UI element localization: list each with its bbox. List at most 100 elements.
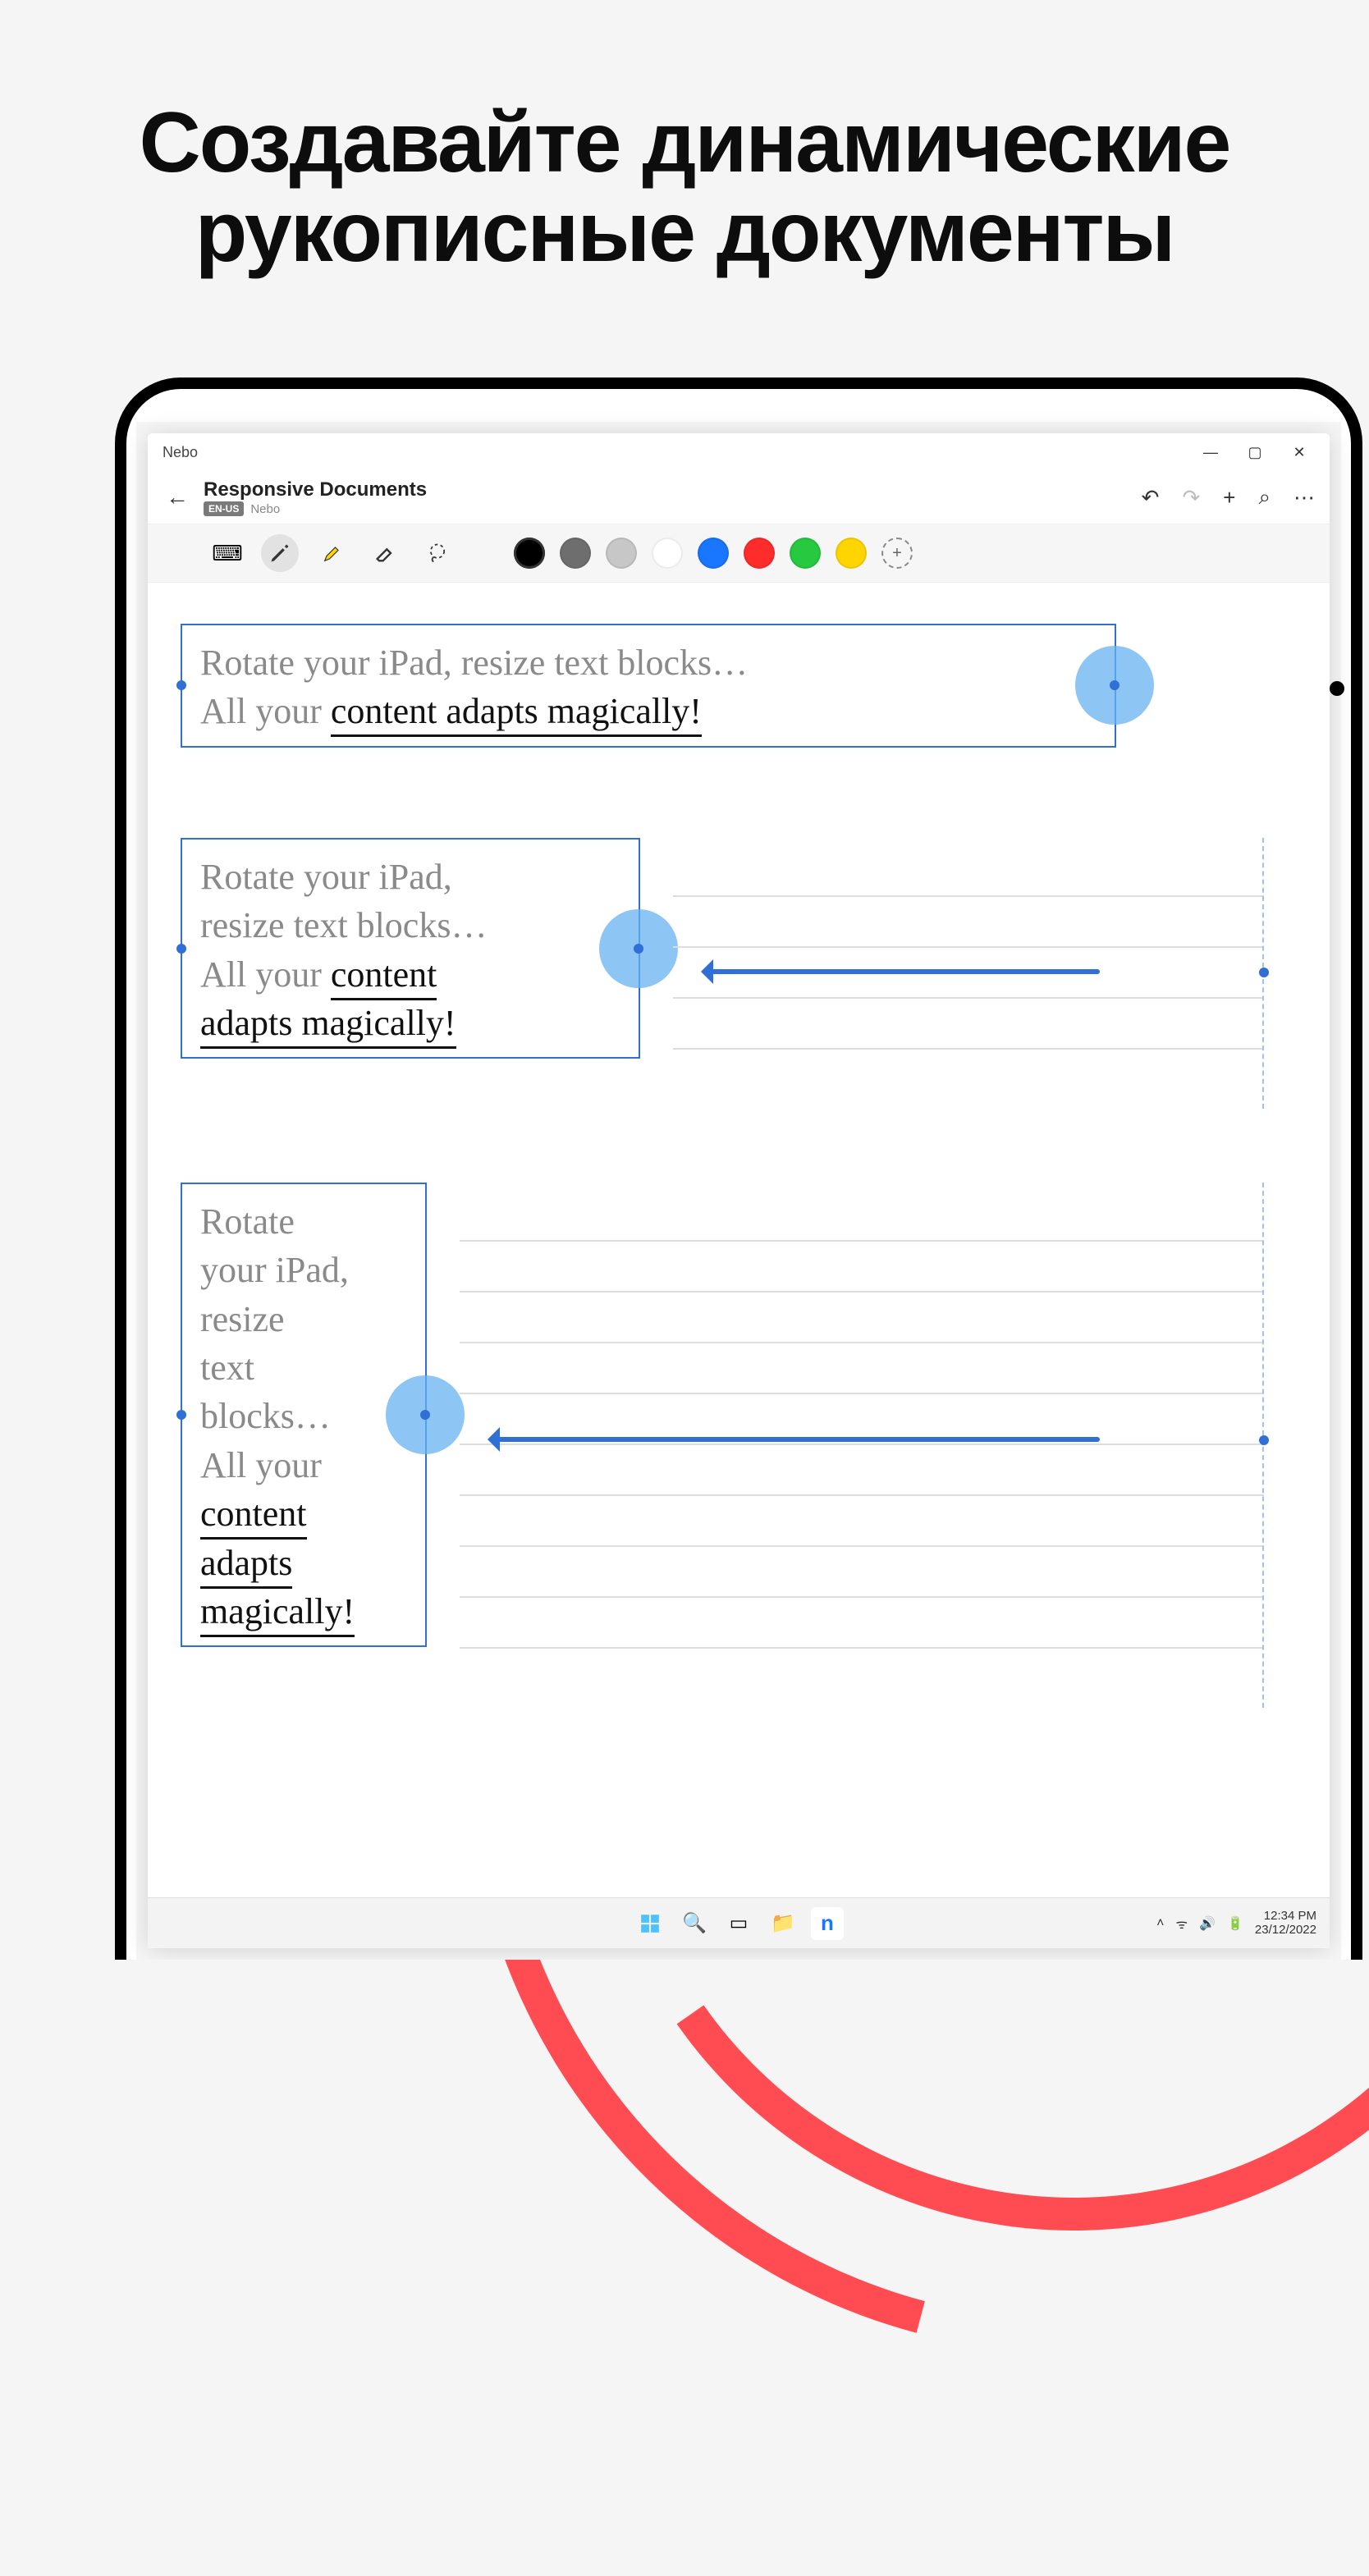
tablet-frame: Nebo — ▢ ✕ ← Responsive Documents EN-US … xyxy=(115,377,1362,1960)
app-window: Nebo — ▢ ✕ ← Responsive Documents EN-US … xyxy=(148,433,1330,1948)
handwritten-line: resize xyxy=(200,1295,407,1343)
text-underlined: content xyxy=(200,1494,307,1540)
text-underlined: content xyxy=(331,954,437,1000)
volume-icon[interactable]: 🔊 xyxy=(1199,1915,1216,1932)
handwritten-line: magically! xyxy=(200,1587,407,1636)
marketing-headline: Создавайте динамические рукописные докум… xyxy=(69,98,1300,277)
document-title: Responsive Documents xyxy=(204,478,427,501)
handwritten-line: Rotate xyxy=(200,1197,407,1246)
battery-icon[interactable]: 🔋 xyxy=(1227,1915,1243,1932)
redo-button[interactable]: ↷ xyxy=(1182,485,1200,510)
color-red[interactable] xyxy=(744,538,775,569)
taskbar-time: 12:34 PM xyxy=(1255,1910,1316,1924)
color-lightgrey[interactable] xyxy=(606,538,637,569)
taskbar-right: ˄ ᯤ 🔊 🔋 12:34 PM 23/12/2022 xyxy=(1156,1910,1316,1937)
start-button[interactable] xyxy=(634,1907,666,1940)
pen-tool[interactable] xyxy=(261,534,299,572)
wifi-icon[interactable]: ᯤ xyxy=(1175,1915,1188,1933)
color-yellow[interactable] xyxy=(836,538,867,569)
handwritten-line: your iPad, xyxy=(200,1246,407,1294)
taskbar-date: 23/12/2022 xyxy=(1255,1924,1316,1938)
file-explorer[interactable]: 📁 xyxy=(767,1907,799,1940)
row-2: Rotate your iPad, resize text blocks… Al… xyxy=(181,838,1297,1109)
highlighter-icon xyxy=(321,542,344,565)
color-blue[interactable] xyxy=(698,538,729,569)
lasso-tool[interactable] xyxy=(419,534,456,572)
row-3: Rotate your iPad, resize text blocks… Al… xyxy=(181,1183,1297,1708)
undo-button[interactable]: ↶ xyxy=(1142,485,1160,510)
close-button[interactable]: ✕ xyxy=(1277,437,1321,468)
color-black[interactable] xyxy=(514,538,545,569)
text-underlined: adapts magically! xyxy=(200,1003,456,1049)
taskbar-search[interactable]: 🔍 xyxy=(678,1907,711,1940)
lasso-icon xyxy=(426,542,449,565)
resize-handle-left[interactable] xyxy=(176,1410,186,1420)
taskbar-clock[interactable]: 12:34 PM 23/12/2022 xyxy=(1255,1910,1316,1937)
handwritten-line: All your content adapts magically! xyxy=(200,687,1097,735)
windows-icon xyxy=(639,1913,661,1934)
language-badge: EN-US xyxy=(204,501,244,516)
plus-icon: + xyxy=(892,544,902,563)
window-title: Nebo xyxy=(156,444,198,461)
document-info: Responsive Documents EN-US Nebo xyxy=(204,478,427,516)
text-block-2[interactable]: Rotate your iPad, resize text blocks… Al… xyxy=(181,838,640,1059)
resize-handle-right[interactable] xyxy=(599,909,678,988)
color-green[interactable] xyxy=(790,538,821,569)
resize-handle-left[interactable] xyxy=(176,944,186,954)
taskbar-center: 🔍 ▭ 📁 n xyxy=(634,1907,844,1940)
resize-arrow-icon xyxy=(492,1437,1100,1442)
handwritten-line: resize text blocks… xyxy=(200,901,620,949)
text-block-1[interactable]: Rotate your iPad, resize text blocks… Al… xyxy=(181,624,1116,748)
add-button[interactable]: + xyxy=(1223,485,1235,510)
text-fragment: All your xyxy=(200,954,331,995)
back-button[interactable]: ← xyxy=(163,484,192,510)
resize-handle-right[interactable] xyxy=(1075,646,1154,725)
handwritten-line: All your xyxy=(200,1441,407,1489)
handwritten-line: All your content xyxy=(200,950,620,999)
text-fragment: All your xyxy=(200,691,331,731)
text-block-3[interactable]: Rotate your iPad, resize text blocks… Al… xyxy=(181,1183,427,1648)
text-underlined: magically! xyxy=(200,1591,355,1637)
minimize-button[interactable]: — xyxy=(1188,437,1233,468)
breadcrumb: Nebo xyxy=(250,502,280,516)
highlighter-tool[interactable] xyxy=(314,534,351,572)
handwritten-line: adapts xyxy=(200,1539,407,1587)
more-button[interactable]: ⋯ xyxy=(1293,485,1315,510)
handwritten-line: content xyxy=(200,1489,407,1538)
guide-edge xyxy=(1262,1183,1264,1708)
handwritten-line: Rotate your iPad, resize text blocks… xyxy=(200,638,1097,687)
keyboard-tool[interactable]: ⌨ xyxy=(208,534,246,572)
eraser-tool[interactable] xyxy=(366,534,404,572)
maximize-button[interactable]: ▢ xyxy=(1233,437,1277,468)
app-nebo[interactable]: n xyxy=(811,1907,844,1940)
handwritten-line: Rotate your iPad, xyxy=(200,853,620,901)
handwritten-line: adapts magically! xyxy=(200,999,620,1047)
document-subtitle: EN-US Nebo xyxy=(204,501,427,516)
color-group: + xyxy=(514,538,913,569)
pen-icon xyxy=(268,542,291,565)
nebo-icon: n xyxy=(821,1910,834,1936)
handwritten-line: text xyxy=(200,1343,407,1392)
text-underlined: adapts xyxy=(200,1543,292,1589)
resize-handle-right[interactable] xyxy=(386,1375,465,1454)
titlebar: Nebo — ▢ ✕ xyxy=(148,433,1330,471)
guide-dot[interactable] xyxy=(1259,968,1269,977)
canvas[interactable]: Rotate your iPad, resize text blocks… Al… xyxy=(148,583,1330,1948)
header-actions: ↶ ↷ + ⌕ ⋯ xyxy=(1142,484,1315,510)
eraser-icon xyxy=(373,542,396,565)
text-underlined: content adapts magically! xyxy=(331,691,702,737)
color-grey[interactable] xyxy=(560,538,591,569)
search-button[interactable]: ⌕ xyxy=(1258,484,1271,510)
tablet-camera-dot xyxy=(1330,681,1344,696)
tray-chevron-icon[interactable]: ˄ xyxy=(1156,1916,1164,1931)
resize-arrow-icon xyxy=(706,969,1100,974)
add-color-button[interactable]: + xyxy=(881,538,913,569)
tablet-screen: Nebo — ▢ ✕ ← Responsive Documents EN-US … xyxy=(136,422,1341,1960)
resize-handle-left[interactable] xyxy=(176,680,186,690)
guide-dot[interactable] xyxy=(1259,1435,1269,1445)
color-white[interactable] xyxy=(652,538,683,569)
task-view[interactable]: ▭ xyxy=(722,1907,755,1940)
toolbar: ⌨ xyxy=(148,524,1330,583)
windows-taskbar: 🔍 ▭ 📁 n ˄ ᯤ 🔊 🔋 12:34 PM 23/12/2022 xyxy=(148,1897,1330,1948)
document-header: ← Responsive Documents EN-US Nebo ↶ ↷ + … xyxy=(148,471,1330,524)
